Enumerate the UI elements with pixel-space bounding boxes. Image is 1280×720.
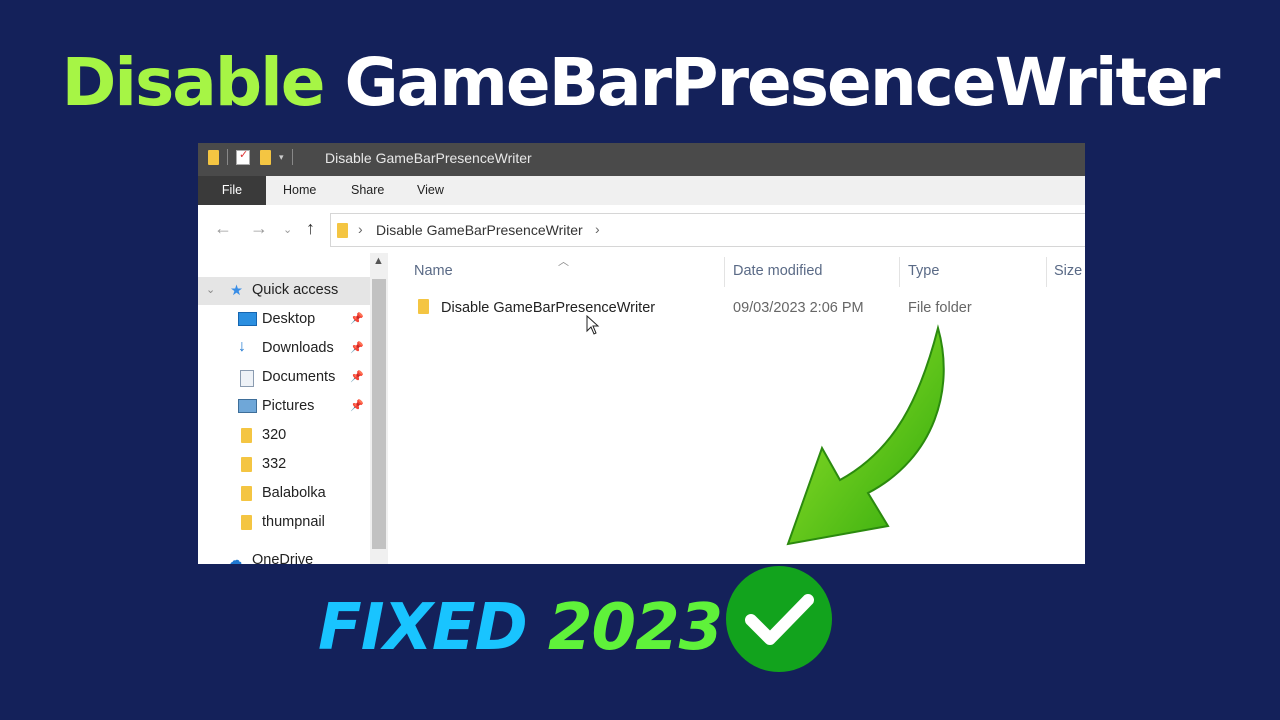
file-row[interactable]: Disable GameBarPresenceWriter 09/03/2023… xyxy=(408,291,1068,321)
scroll-up-icon[interactable]: ▲ xyxy=(373,255,384,267)
file-date: 09/03/2023 2:06 PM xyxy=(733,300,864,316)
title-bar: ✓ ▾ Disable GameBarPresenceWriter xyxy=(198,143,1085,176)
headline-word-disable: Disable xyxy=(61,44,326,121)
fixed-label: FIXED xyxy=(318,591,528,665)
folder-icon xyxy=(241,486,252,501)
pictures-icon xyxy=(238,399,257,417)
chevron-right-icon[interactable]: › xyxy=(595,221,600,237)
check-circle-icon xyxy=(726,566,832,672)
new-folder-icon[interactable] xyxy=(260,149,271,165)
sidebar-item-desktop[interactable]: Desktop 📌 xyxy=(198,306,368,334)
forward-arrow-icon[interactable]: → xyxy=(250,218,268,239)
cloud-icon: ☁ xyxy=(228,553,243,564)
folder-icon xyxy=(418,299,429,314)
tab-share[interactable]: Share xyxy=(351,183,384,197)
chevron-down-icon[interactable]: ▾ xyxy=(279,152,284,163)
pin-icon: 📌 xyxy=(350,313,364,325)
tab-home[interactable]: Home xyxy=(283,183,316,197)
sidebar-item-332[interactable]: 332 xyxy=(198,451,368,479)
navigation-bar: ← → ⌄ ↑ › Disable GameBarPresenceWriter … xyxy=(198,205,1085,253)
folder-icon xyxy=(241,428,252,443)
headline-word-name: GameBarPresenceWriter xyxy=(344,44,1220,121)
sidebar-item-balabolka[interactable]: Balabolka xyxy=(198,480,368,508)
column-header-type[interactable]: Type xyxy=(908,263,939,279)
headline-title: Disable GameBarPresenceWriter xyxy=(0,38,1280,128)
sort-ascending-icon: ︿ xyxy=(558,256,569,268)
window-title: Disable GameBarPresenceWriter xyxy=(325,150,532,166)
desktop-icon xyxy=(238,312,257,330)
sidebar-item-pictures[interactable]: Pictures 📌 xyxy=(198,393,368,421)
file-type: File folder xyxy=(908,300,972,316)
properties-icon[interactable]: ✓ xyxy=(236,149,250,165)
scrollbar-thumb[interactable] xyxy=(372,279,386,549)
up-arrow-icon[interactable]: ↑ xyxy=(306,218,315,239)
pin-icon: 📌 xyxy=(350,400,364,412)
chevron-right-icon: › xyxy=(358,221,363,237)
sidebar-item-onedrive[interactable]: ☁ OneDrive xyxy=(198,547,368,564)
documents-icon xyxy=(240,370,254,391)
pin-icon: 📌 xyxy=(350,342,364,354)
star-icon: ★ xyxy=(230,283,243,299)
sidebar-item-320[interactable]: 320 xyxy=(198,422,368,450)
address-bar[interactable]: › Disable GameBarPresenceWriter › xyxy=(330,213,1085,247)
pin-icon: 📌 xyxy=(350,371,364,383)
column-header-size[interactable]: Size xyxy=(1054,263,1082,279)
quick-access-toolbar: ✓ ▾ xyxy=(208,149,301,165)
sidebar-item-quick-access[interactable]: ⌄ ★ Quick access xyxy=(198,277,370,305)
sidebar-item-documents[interactable]: Documents 📌 xyxy=(198,364,368,392)
fixed-banner: FIXED 2023 xyxy=(318,591,723,665)
file-list: ︿ Name Date modified Type Size Disable G… xyxy=(388,253,1085,564)
folder-icon xyxy=(241,515,252,530)
collapse-chevron-icon[interactable]: ⌄ xyxy=(206,283,215,296)
navigation-pane: ⌄ ★ Quick access Desktop 📌 ↓ Downloads 📌… xyxy=(198,253,388,564)
mouse-cursor-icon xyxy=(586,315,600,335)
folder-icon xyxy=(241,457,252,472)
tab-view[interactable]: View xyxy=(417,183,444,197)
back-arrow-icon[interactable]: ← xyxy=(214,218,232,239)
file-name[interactable]: Disable GameBarPresenceWriter xyxy=(441,300,655,316)
download-icon: ↓ xyxy=(238,338,246,355)
column-header-name[interactable]: Name xyxy=(414,263,453,279)
folder-icon xyxy=(208,149,219,165)
recent-locations-chevron-icon[interactable]: ⌄ xyxy=(283,223,292,236)
folder-icon xyxy=(337,223,348,238)
address-path[interactable]: Disable GameBarPresenceWriter xyxy=(376,222,583,238)
ribbon: File Home Share View xyxy=(198,176,1085,205)
column-header-date-modified[interactable]: Date modified xyxy=(733,263,822,279)
green-arrow-icon xyxy=(786,324,945,546)
sidebar-scrollbar[interactable]: ▲ xyxy=(370,253,388,564)
sidebar-item-thumpnail[interactable]: thumpnail xyxy=(198,509,368,537)
year-label: 2023 xyxy=(548,591,723,665)
sidebar-item-downloads[interactable]: ↓ Downloads 📌 xyxy=(198,335,368,363)
tab-file[interactable]: File xyxy=(198,176,266,205)
